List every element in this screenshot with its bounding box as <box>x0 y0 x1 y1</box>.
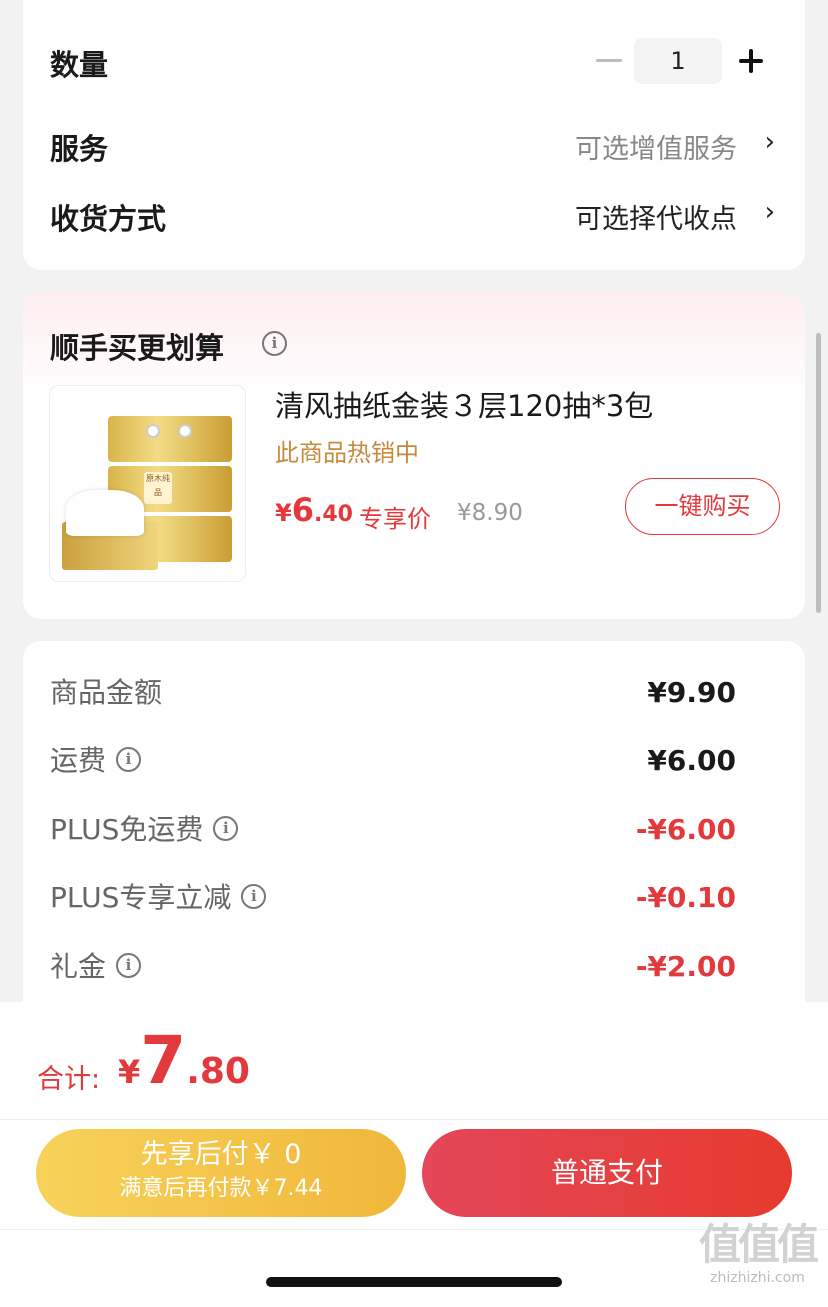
exclusive-price-tag: 专享价 <box>359 505 431 533</box>
currency-symbol: ¥ <box>118 1053 141 1091</box>
summary-row: 礼金 i -¥2.00 <box>50 947 736 987</box>
upsell-title: 顺手买更划算 <box>50 331 225 365</box>
price-integer: 6 <box>291 491 314 529</box>
summary-value: ¥9.90 <box>647 676 736 709</box>
product-name[interactable]: 清风抽纸金装３层120抽*3包 <box>275 383 653 425</box>
total-label: 合计: <box>37 1064 101 1095</box>
summary-value: -¥2.00 <box>635 950 736 983</box>
chevron-right-icon[interactable]: › <box>765 197 775 227</box>
watermark-site: zhizhizhi.com <box>710 1270 805 1286</box>
summary-value: -¥0.10 <box>635 881 736 914</box>
upsell-card: 顺手买更划算 i 原木纯品 清风抽纸金装３层120抽*3包 此商品热销中 ¥6.… <box>23 293 805 619</box>
checkout-bar: 合计: ¥7.80 先享后付￥ 0 满意后再付款￥7.44 普通支付 值值值 z… <box>0 1002 828 1307</box>
home-indicator[interactable] <box>266 1277 562 1287</box>
currency-symbol: ¥ <box>275 499 292 527</box>
buy-now-pay-later-button[interactable]: 先享后付￥ 0 满意后再付款￥7.44 <box>36 1129 406 1217</box>
summary-label: 礼金 i <box>50 947 142 987</box>
tissue-sheet-graphic <box>66 490 144 536</box>
total-decimal: .80 <box>186 1051 250 1092</box>
quantity-label: 数量 <box>50 48 109 82</box>
summary-row: 运费 i ¥6.00 <box>50 741 736 781</box>
service-label: 服务 <box>50 132 109 166</box>
total-amount: ¥7.80 <box>118 1022 250 1099</box>
info-icon[interactable]: i <box>116 746 142 772</box>
quantity-decrease-button[interactable] <box>596 59 622 62</box>
original-price: ¥8.90 <box>457 500 523 526</box>
watermark: 值值值 zhizhizhi.com <box>698 1220 819 1286</box>
price-summary-card: 商品金额 ¥9.90 运费 i ¥6.00 PLUS免运费 i -¥6.00 PLU… <box>23 641 805 1061</box>
watermark-logo: 值值值 <box>698 1220 819 1269</box>
bnpl-title: 先享后付￥ 0 <box>140 1139 302 1170</box>
service-value[interactable]: 可选增值服务 <box>575 127 737 166</box>
delivery-method-label: 收货方式 <box>50 202 167 236</box>
info-icon[interactable]: i <box>213 815 239 841</box>
info-icon[interactable]: i <box>116 952 142 978</box>
product-image[interactable]: 原木纯品 <box>49 385 246 582</box>
one-click-buy-button[interactable]: 一键购买 <box>625 478 780 535</box>
total-integer: 7 <box>140 1022 187 1099</box>
summary-value: ¥6.00 <box>647 744 736 777</box>
delivery-method-value[interactable]: 可选择代收点 <box>575 197 737 236</box>
summary-label: 商品金额 <box>50 676 163 709</box>
summary-label: PLUS免运费 i <box>50 810 239 850</box>
quantity-input[interactable]: 1 <box>634 38 722 84</box>
chevron-right-icon[interactable]: › <box>765 127 775 157</box>
hot-sale-tag: 此商品热销中 <box>275 439 419 467</box>
price-decimal: .40 <box>313 502 353 527</box>
pack-handle <box>146 424 160 438</box>
bnpl-subtitle: 满意后再付款￥7.44 <box>119 1176 323 1201</box>
divider <box>0 1119 828 1120</box>
scrollbar[interactable] <box>816 333 821 613</box>
info-icon[interactable]: i <box>262 331 287 356</box>
quantity-increase-button[interactable] <box>739 49 763 73</box>
summary-value: -¥6.00 <box>635 813 736 846</box>
order-options-card: 数量 1 服务 可选增值服务 › 收货方式 可选择代收点 › <box>23 0 805 270</box>
normal-pay-button[interactable]: 普通支付 <box>422 1129 792 1217</box>
summary-label: 运费 i <box>50 741 142 781</box>
current-price: ¥6.40 <box>275 491 353 529</box>
pack-handle <box>178 424 192 438</box>
summary-row: PLUS免运费 i -¥6.00 <box>50 810 736 850</box>
info-icon[interactable]: i <box>241 883 267 909</box>
pack-label: 原木纯品 <box>144 472 172 504</box>
summary-label: PLUS专享立减 i <box>50 878 267 918</box>
tissue-pack-graphic <box>108 416 232 462</box>
summary-row: 商品金额 ¥9.90 <box>50 673 736 713</box>
summary-row: PLUS专享立减 i -¥0.10 <box>50 878 736 918</box>
